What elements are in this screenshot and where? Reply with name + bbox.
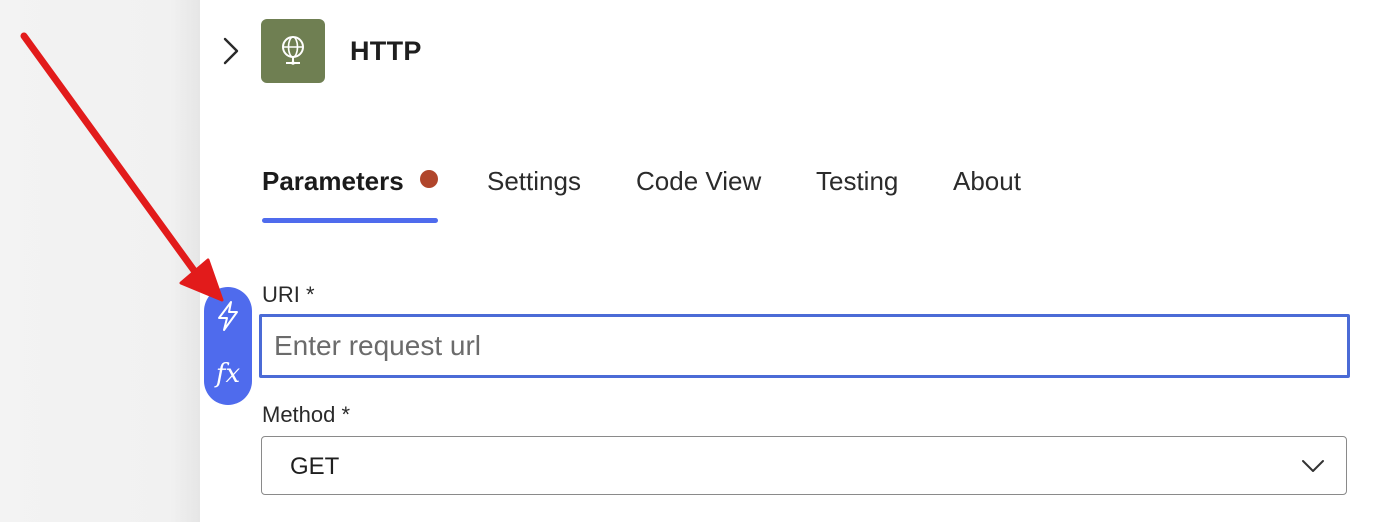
- method-value: GET: [290, 453, 340, 480]
- expand-chevron-icon[interactable]: [216, 34, 246, 68]
- method-label: Method *: [262, 402, 351, 427]
- tab-parameters[interactable]: Parameters: [262, 166, 438, 197]
- fx-icon: fx: [215, 359, 241, 389]
- tab-code-view[interactable]: Code View: [636, 166, 761, 197]
- active-tab-indicator: [262, 218, 438, 223]
- token-picker: fx: [204, 287, 252, 405]
- uri-label: URI *: [262, 282, 315, 307]
- uri-input[interactable]: [259, 314, 1350, 378]
- dynamic-content-button[interactable]: [204, 293, 252, 343]
- lightning-icon: [215, 300, 241, 337]
- error-dot-icon: [419, 170, 438, 188]
- chevron-down-icon: [1300, 453, 1326, 479]
- action-title: HTTP: [350, 36, 422, 66]
- tab-about[interactable]: About: [953, 166, 1021, 197]
- method-dropdown[interactable]: GET: [261, 436, 1347, 495]
- globe-icon: [261, 19, 325, 83]
- tab-settings[interactable]: Settings: [487, 166, 581, 197]
- tab-testing[interactable]: Testing: [816, 166, 898, 197]
- tab-label: Parameters: [262, 166, 404, 196]
- expression-button[interactable]: fx: [204, 349, 252, 399]
- canvas-background: [0, 0, 200, 522]
